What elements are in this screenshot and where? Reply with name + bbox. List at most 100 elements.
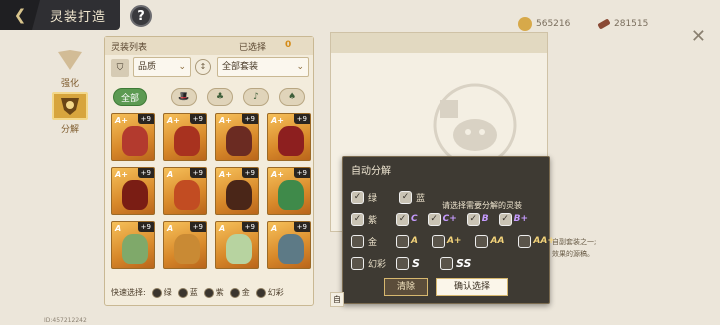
equipment-card[interactable]: A+ +9	[267, 113, 311, 161]
side-description: 自副套装之一; 效果的源稿。	[552, 236, 596, 260]
radio-icon	[177, 287, 188, 298]
side-note-line2: 效果的源稿。	[552, 250, 594, 258]
radio-icon	[255, 287, 266, 298]
card-grade: A+	[167, 116, 180, 125]
radio-icon	[151, 287, 162, 298]
quick-option-purple[interactable]: 紫	[203, 287, 224, 298]
equipment-card[interactable]: A+ +9	[267, 167, 311, 215]
grade-label: C	[411, 214, 418, 224]
equipment-art-icon	[278, 180, 304, 210]
checkbox-unchecked-icon	[475, 234, 489, 248]
equipment-art-icon	[226, 126, 252, 156]
card-level: +9	[137, 168, 154, 178]
confirm-selection-button[interactable]: 确认选择	[436, 278, 508, 296]
checkbox-checked-icon: ✓	[396, 212, 409, 226]
suit-tab-leaf[interactable]: ♣	[207, 88, 233, 106]
grade-option-b[interactable]: ✓ B	[464, 211, 492, 227]
card-level: +9	[241, 168, 258, 178]
equipment-card[interactable]: A +9	[111, 221, 155, 269]
radio-icon	[203, 287, 214, 298]
equipment-art-icon	[226, 234, 252, 264]
grade-option-c[interactable]: ✓ C	[393, 211, 421, 227]
equipment-card[interactable]: A+ +9	[111, 167, 155, 215]
suit-dropdown[interactable]: 全部套装 ⌄	[217, 57, 309, 77]
equipment-card[interactable]: A+ +9	[215, 113, 259, 161]
card-level: +9	[241, 222, 258, 232]
equipment-list-panel: 灵装列表 已选择 0 ⛉ 品质 ⌄ ↕ 全部套装 ⌄ 全部 🎩 ♣ ♪ ♠ A+…	[104, 36, 314, 306]
grade-option-b-plus[interactable]: ✓ B+	[496, 211, 531, 227]
quick-option-prism[interactable]: 幻彩	[255, 287, 284, 298]
card-level: +9	[293, 168, 310, 178]
grade-label: AA+	[533, 236, 555, 246]
list-title: 灵装列表	[111, 43, 148, 53]
equipment-card[interactable]: A+ +9	[163, 113, 207, 161]
grade-option-s[interactable]: S	[393, 255, 423, 271]
grade-label: SS	[455, 256, 472, 270]
suit-tab-all[interactable]: 全部	[113, 88, 147, 106]
chevron-down-icon: ⌄	[178, 62, 186, 72]
equipment-art-icon	[174, 180, 200, 210]
coin-icon	[518, 17, 532, 31]
sidenav-label-enhance: 强化	[60, 79, 79, 89]
suit-tab-all-label: 全部	[120, 93, 139, 104]
row-prism[interactable]: 幻彩	[351, 257, 386, 270]
help-button[interactable]: ?	[130, 5, 152, 27]
grade-option-aa-plus[interactable]: AA+	[515, 233, 557, 249]
equipment-card[interactable]: A +9	[215, 221, 259, 269]
grade-option-c-plus[interactable]: ✓ C+	[425, 211, 460, 227]
card-level: +9	[189, 168, 206, 178]
quick-option-label: 蓝	[189, 288, 198, 297]
card-level: +9	[293, 222, 310, 232]
equipment-card[interactable]: A+ +9	[111, 113, 155, 161]
checkbox-checked-icon: ✓	[427, 212, 441, 226]
sort-order-button[interactable]: ↕	[195, 59, 211, 75]
card-grade: A+	[271, 116, 284, 125]
equipment-card[interactable]: A +9	[163, 167, 207, 215]
suit-tab-horn[interactable]: ♪	[243, 88, 269, 106]
card-grade: A	[167, 224, 174, 233]
card-grade: A	[219, 224, 226, 233]
quick-option-gold[interactable]: 金	[229, 287, 250, 298]
grade-option-a-plus[interactable]: A+	[429, 233, 465, 249]
prism-grade-options: S SS	[393, 255, 474, 271]
purple-grade-options: ✓ C ✓ C+ ✓ B ✓ B+	[393, 211, 531, 227]
quick-option-label: 绿	[163, 288, 172, 297]
equipment-card[interactable]: A +9	[163, 221, 207, 269]
quick-option-blue[interactable]: 蓝	[177, 287, 198, 298]
row-purple[interactable]: ✓ 紫	[351, 213, 377, 226]
selected-count: 0	[285, 40, 292, 50]
close-button[interactable]: ✕	[691, 26, 706, 47]
back-button[interactable]: ❮	[0, 0, 40, 30]
card-grade: A	[115, 224, 122, 233]
checkbox-checked-icon: ✓	[498, 212, 512, 226]
row-blue-label: 蓝	[416, 194, 426, 204]
filter-icon[interactable]: ⛉	[111, 59, 129, 77]
quality-dropdown[interactable]: 品质 ⌄	[133, 57, 191, 77]
auto-toggle-label[interactable]: 自	[330, 292, 344, 307]
side-note-line1: 自副套装之一;	[552, 238, 597, 246]
quick-option-green[interactable]: 绿	[151, 287, 172, 298]
row-blue[interactable]: ✓ 蓝	[399, 191, 425, 204]
equipment-card[interactable]: A+ +9	[215, 167, 259, 215]
row-green[interactable]: ✓ 绿	[351, 191, 377, 204]
equipment-art-icon	[174, 234, 200, 264]
gold-grade-options: A A+ AA AA+	[393, 233, 558, 249]
quick-option-label: 金	[241, 288, 250, 297]
card-grade: A+	[115, 170, 128, 179]
coin-value: 565216	[536, 19, 571, 29]
grade-option-ss[interactable]: SS	[437, 255, 474, 271]
suit-tab-hat[interactable]: 🎩	[171, 88, 197, 106]
suit-tab-mask[interactable]: ♠	[279, 88, 305, 106]
grade-option-a[interactable]: A	[393, 233, 421, 249]
row-gold[interactable]: 金	[351, 235, 377, 248]
card-grade: A+	[219, 116, 232, 125]
sidenav-item-enhance[interactable]: 强化	[50, 46, 90, 89]
clear-button[interactable]: 清除	[384, 278, 428, 296]
decompose-emblem-icon	[52, 92, 88, 120]
equipment-card[interactable]: A +9	[267, 221, 311, 269]
title-bar: ❮ 灵装打造	[0, 0, 120, 30]
checkbox-unchecked-icon	[396, 256, 409, 270]
sidenav-item-decompose[interactable]: 分解	[50, 92, 90, 135]
grade-option-aa[interactable]: AA	[472, 233, 507, 249]
card-level: +9	[137, 222, 154, 232]
